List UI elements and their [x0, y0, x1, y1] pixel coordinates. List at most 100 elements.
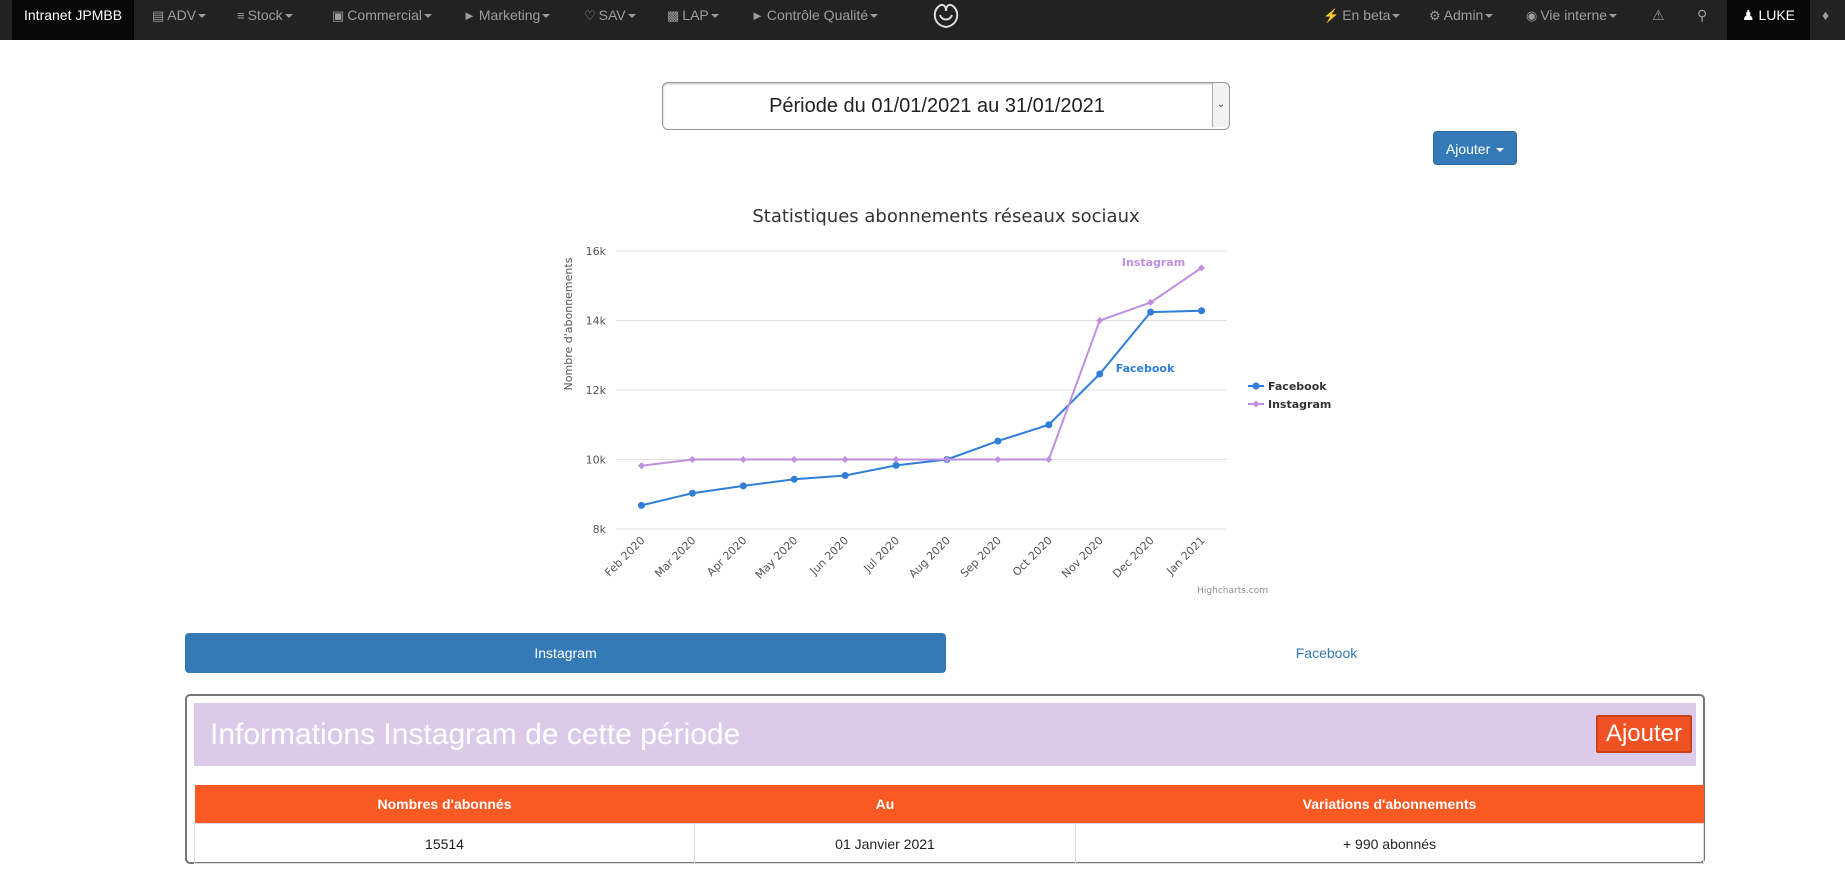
search-icon[interactable]: ⚲: [1697, 0, 1707, 30]
series-label-instagram: Instagram: [1122, 256, 1185, 269]
caret-icon: [870, 14, 879, 19]
nav-admin[interactable]: ⚙ Admin: [1429, 0, 1494, 30]
tab-facebook[interactable]: Facebook: [946, 633, 1707, 673]
add-dropdown-button[interactable]: Ajouter: [1433, 131, 1517, 165]
column-header: Au: [694, 785, 1076, 824]
add-button[interactable]: Ajouter: [1596, 715, 1692, 753]
legend-item-facebook[interactable]: Facebook: [1248, 380, 1327, 393]
flash-icon: ⚡: [1323, 8, 1340, 23]
tab-instagram[interactable]: Instagram: [185, 633, 946, 673]
globe-icon: ◉: [1526, 8, 1538, 23]
caret-icon: [710, 14, 719, 19]
nav-lap[interactable]: ▩ LAP: [667, 0, 719, 30]
user-menu[interactable]: ♟ LUKE: [1727, 0, 1810, 40]
data-point-facebook[interactable]: [637, 501, 645, 509]
x-tick-label: Dec 2020: [1110, 534, 1157, 581]
data-point-instagram[interactable]: [892, 456, 900, 463]
y-tick-label: 16k: [586, 245, 607, 258]
x-tick-label: Nov 2020: [1059, 534, 1106, 581]
data-point-instagram[interactable]: [688, 456, 696, 463]
top-navbar: Intranet JPMBB ▤ ADV ≡ Stock ▣ Commercial ►…: [0, 0, 1845, 40]
data-point-instagram[interactable]: [739, 456, 747, 463]
cart-icon: ▣: [332, 8, 345, 23]
data-point-facebook[interactable]: [688, 489, 696, 497]
data-point-facebook[interactable]: [994, 437, 1002, 445]
data-point-facebook[interactable]: [841, 471, 849, 479]
heart-icon: ♡: [584, 8, 596, 23]
brand-link[interactable]: Intranet JPMBB: [12, 0, 135, 40]
series-line-facebook: [641, 309, 1202, 507]
tags-icon: ►: [463, 8, 476, 23]
chevron-down-icon: ⌄: [1212, 83, 1229, 127]
list-icon: ≡: [237, 8, 245, 23]
y-tick-label: 8k: [593, 523, 607, 536]
nav-controle-qualite[interactable]: ► Contrôle Qualité: [751, 0, 879, 30]
nav-adv[interactable]: ▤ ADV: [152, 0, 207, 30]
x-tick-label: Jan 2021: [1164, 534, 1208, 578]
chart-grid: [616, 250, 1227, 530]
x-tick-label: Mar 2020: [652, 534, 698, 580]
table-row: 15514 01 Janvier 2021 + 990 abonnés: [194, 823, 1704, 864]
svg-text:Facebook: Facebook: [1268, 380, 1327, 393]
nav-sav[interactable]: ♡ SAV: [584, 0, 636, 30]
caret-icon: [1609, 14, 1618, 19]
table-cell: 01 Janvier 2021: [694, 823, 1076, 864]
bell-icon[interactable]: ♦: [1822, 7, 1829, 23]
nav-stock[interactable]: ≡ Stock: [237, 0, 293, 30]
y-tick-label: 14k: [586, 315, 607, 328]
chart-legend[interactable]: Facebook Instagram: [1248, 380, 1331, 411]
caret-icon: [1496, 148, 1505, 153]
x-tick-label: Apr 2020: [704, 534, 749, 579]
chart-series: Facebook Instagram: [637, 256, 1206, 509]
data-point-facebook[interactable]: [1045, 421, 1053, 429]
nav-vie-interne[interactable]: ◉ Vie interne: [1526, 0, 1618, 30]
table-cell: 15514: [194, 823, 695, 864]
data-point-instagram[interactable]: [637, 462, 645, 470]
x-tick-label: Jul 2020: [861, 534, 903, 576]
x-tick-label: Sep 2020: [958, 534, 1004, 580]
column-header: Nombres d'abonnés: [194, 785, 695, 824]
period-select-value: Période du 01/01/2021 au 31/01/2021: [769, 95, 1105, 117]
inbox-icon: ▤: [152, 8, 165, 23]
y-tick-label: 10k: [586, 454, 607, 467]
subscriptions-chart: Statistiques abonnements réseaux sociaux…: [562, 206, 1331, 596]
caret-icon: [1392, 14, 1401, 19]
x-tick-label: May 2020: [753, 534, 801, 582]
tags-icon: ►: [751, 8, 764, 23]
data-point-instagram[interactable]: [841, 456, 849, 463]
data-point-instagram[interactable]: [994, 456, 1002, 463]
chart-credits[interactable]: Highcharts.com: [1197, 586, 1268, 596]
nav-marketing[interactable]: ► Marketing: [463, 0, 551, 30]
y-axis-title: Nombre d'abonnements: [562, 257, 575, 390]
caret-icon: [542, 14, 551, 19]
data-point-facebook[interactable]: [790, 475, 798, 483]
company-logo[interactable]: [930, 1, 962, 29]
nav-commercial[interactable]: ▣ Commercial: [332, 0, 432, 30]
caret-icon: [1485, 14, 1494, 19]
legend-item-instagram[interactable]: Instagram: [1248, 398, 1331, 411]
data-point-instagram[interactable]: [790, 456, 798, 463]
data-point-instagram[interactable]: [1096, 317, 1104, 324]
nav-en-beta[interactable]: ⚡ En beta: [1323, 0, 1401, 30]
info-panel: Informations Instagram de cette période …: [185, 694, 1705, 864]
data-point-facebook[interactable]: [1096, 370, 1104, 378]
data-point-facebook[interactable]: [739, 482, 747, 490]
x-tick-label: Feb 2020: [602, 534, 647, 579]
data-point-facebook[interactable]: [1198, 307, 1206, 315]
x-axis: Feb 2020 Mar 2020 Apr 2020 May 2020 Jun 2020…: [602, 534, 1207, 582]
svg-text:Instagram: Instagram: [1268, 398, 1331, 411]
caret-icon: [198, 14, 207, 19]
warning-icon[interactable]: ⚠: [1652, 0, 1665, 30]
chart-title: Statistiques abonnements réseaux sociaux: [752, 206, 1140, 227]
caret-icon: [627, 14, 636, 19]
y-tick-label: 12k: [586, 384, 607, 397]
data-point-instagram[interactable]: [1045, 456, 1053, 463]
period-select[interactable]: Période du 01/01/2021 au 31/01/2021 ⌄: [662, 82, 1230, 130]
panel-title: Informations Instagram de cette période: [210, 718, 741, 751]
x-tick-label: Aug 2020: [906, 534, 953, 581]
panel-header: Informations Instagram de cette période …: [194, 703, 1696, 766]
info-table: Nombres d'abonnés Au Variations d'abonne…: [194, 785, 1704, 864]
data-point-facebook[interactable]: [1147, 308, 1155, 316]
briefcase-icon: ▩: [667, 8, 680, 23]
column-header: Variations d'abonnements: [1075, 785, 1704, 824]
